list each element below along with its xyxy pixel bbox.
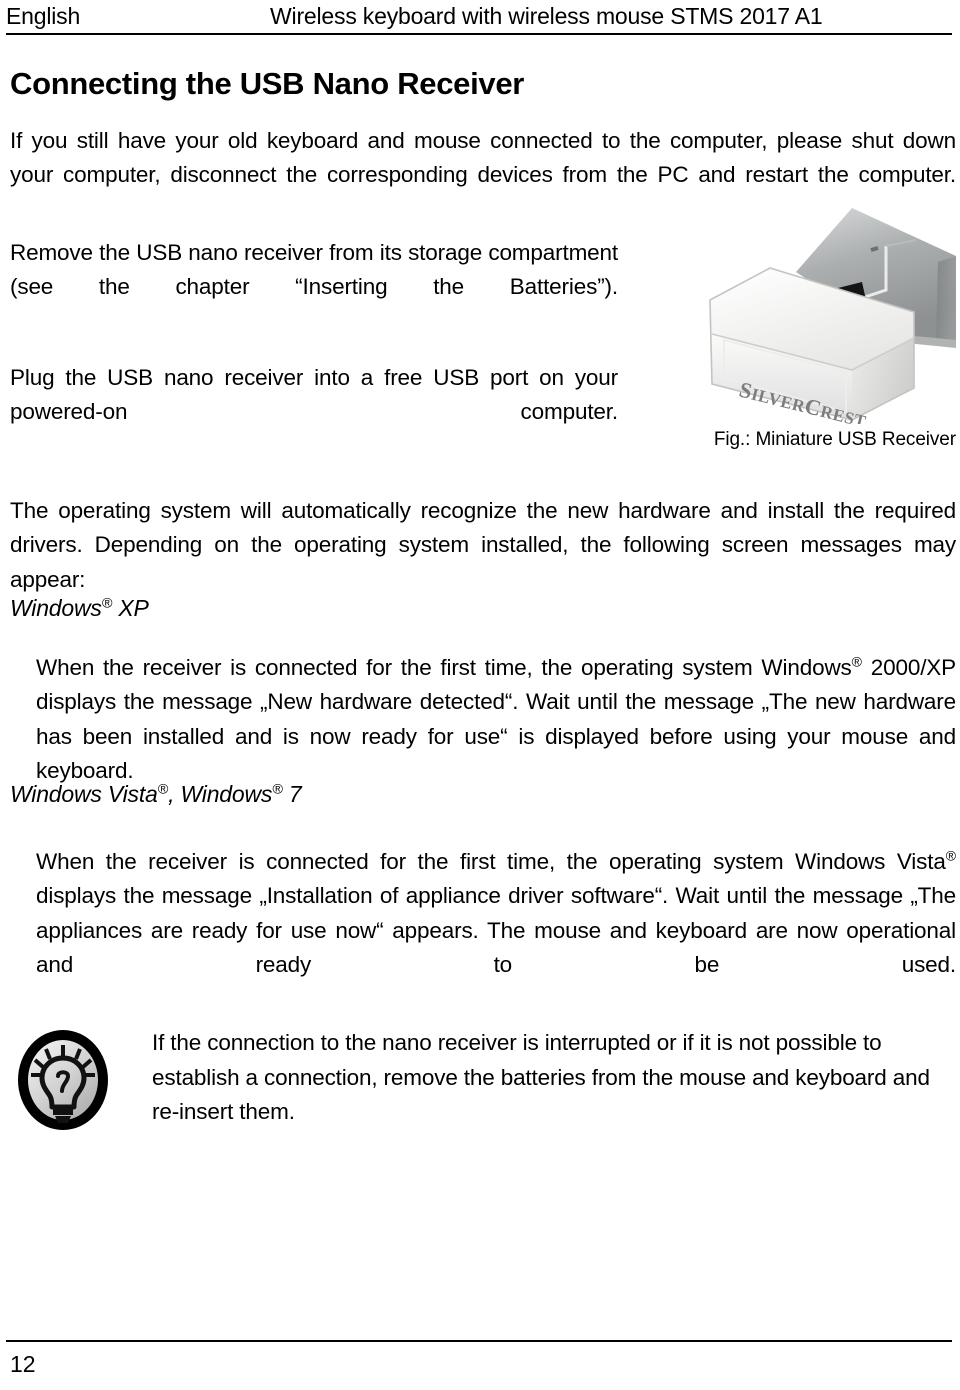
os-heading-mid: , Windows (168, 781, 273, 807)
os-heading-suffix: XP (112, 595, 149, 621)
registered-mark-icon: ® (157, 781, 169, 798)
paragraph-operating-system: The operating system will automatically … (10, 497, 956, 592)
os-heading-text: Windows Vista (10, 781, 158, 807)
registered-mark-icon: ® (851, 653, 862, 669)
figure-usb-receiver: SILVERCREST Fig.: Miniature USB Receiver (700, 188, 956, 470)
os-heading-windows-xp: Windows® XP (10, 593, 149, 623)
registered-mark-icon: ® (101, 595, 113, 612)
registered-mark-icon: ® (945, 847, 956, 863)
header-divider (6, 33, 952, 35)
os-heading-suffix: 7 (282, 781, 302, 807)
footer-divider (6, 1340, 952, 1342)
os-heading-windows-vista-7: Windows Vista®, Windows® 7 (10, 779, 302, 809)
usb-receiver-image: SILVERCREST (709, 208, 956, 424)
os-body-windows-vista-7: When the receiver is connected for the f… (36, 845, 956, 1018)
figure-caption: Fig.: Miniature USB Receiver (713, 429, 956, 450)
paragraph-plug-receiver: Plug the USB nano receiver into a free U… (10, 364, 618, 425)
os-body-part1: When the receiver is connected for the f… (36, 848, 946, 874)
os-body-part1: When the receiver is connected for the f… (36, 654, 852, 680)
running-header: English Wireless keyboard with wireless … (6, 2, 952, 32)
note-box: If the connection to the nano receiver i… (16, 1026, 946, 1132)
note-text: If the connection to the nano receiver i… (152, 1030, 930, 1124)
header-language: English (6, 3, 81, 29)
os-heading-text: Windows (10, 595, 102, 621)
os-body-part2: displays the message „Installation of ap… (36, 883, 956, 977)
registered-mark-icon: ® (272, 781, 283, 798)
page-number: 12 (10, 1351, 36, 1377)
paragraph-remove-receiver: Remove the USB nano receiver from its st… (10, 239, 618, 300)
lightbulb-tip-icon (18, 1030, 108, 1130)
manual-page: English Wireless keyboard with wireless … (0, 0, 960, 1390)
page-title: Connecting the USB Nano Receiver (10, 65, 525, 101)
header-product-title: Wireless keyboard with wireless mouse ST… (270, 3, 823, 29)
